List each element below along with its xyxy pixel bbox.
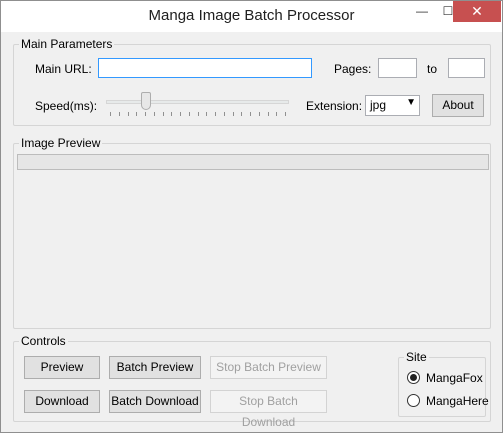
slider-tick <box>198 112 199 116</box>
slider-tick <box>154 112 155 116</box>
batch-download-button[interactable]: Batch Download <box>109 390 201 413</box>
mangahere-radio[interactable] <box>407 394 420 407</box>
site-option-mangafox[interactable]: MangaFox <box>407 370 485 386</box>
preview-button[interactable]: Preview <box>24 356 100 379</box>
stop-batch-download-button[interactable]: Stop Batch Download <box>210 390 327 429</box>
speed-label: Speed(ms): <box>35 99 98 113</box>
slider-tick <box>224 112 225 116</box>
pages-from-input[interactable] <box>378 58 417 78</box>
slider-tick <box>128 112 129 116</box>
slider-tick <box>250 112 251 116</box>
slider-tick <box>145 112 146 116</box>
client-area: Main Parameters Main URL: Pages: to Spee… <box>8 32 496 429</box>
slider-tick <box>163 112 164 116</box>
slider-tick <box>259 112 260 116</box>
speed-slider[interactable] <box>106 91 291 119</box>
slider-tick <box>233 112 234 116</box>
site-label: Site <box>404 350 429 364</box>
slider-tick <box>136 112 137 116</box>
site-option-mangahere[interactable]: MangaHere <box>407 393 489 409</box>
chevron-down-icon: ▼ <box>406 97 416 108</box>
minimize-icon[interactable]: — <box>409 2 435 22</box>
slider-tick <box>206 112 207 116</box>
download-button[interactable]: Download <box>24 390 100 413</box>
speed-slider-thumb[interactable] <box>141 92 151 110</box>
preview-progress-bar <box>17 154 489 170</box>
pages-to-input[interactable] <box>448 58 485 78</box>
slider-tick <box>241 112 242 116</box>
slider-tick <box>276 112 277 116</box>
slider-tick <box>189 112 190 116</box>
batch-preview-button[interactable]: Batch Preview <box>109 356 201 379</box>
main-url-input[interactable] <box>98 58 312 78</box>
slider-tick <box>268 112 269 116</box>
stop-batch-preview-button[interactable]: Stop Batch Preview <box>210 356 327 379</box>
extension-value: jpg <box>370 98 387 112</box>
main-url-label: Main URL: <box>35 62 92 76</box>
slider-tick <box>215 112 216 116</box>
speed-slider-track <box>106 100 289 104</box>
slider-tick <box>180 112 181 116</box>
slider-tick <box>171 112 172 116</box>
slider-tick <box>285 112 286 116</box>
main-parameters-group: Main Parameters Main URL: Pages: to Spee… <box>13 37 491 126</box>
close-icon[interactable]: ✕ <box>453 1 501 22</box>
controls-label: Controls <box>19 334 68 348</box>
title-bar[interactable]: Manga Image Batch Processor — ☐ ✕ <box>1 1 502 32</box>
extension-select[interactable]: jpg ▼ <box>365 95 420 116</box>
mangafox-radio[interactable] <box>407 371 420 384</box>
app-window: Manga Image Batch Processor — ☐ ✕ Main P… <box>0 0 503 433</box>
controls-group: Controls Preview Batch Preview Stop Batc… <box>13 334 491 429</box>
mangafox-label: MangaFox <box>426 371 483 385</box>
image-preview-label: Image Preview <box>19 136 103 150</box>
about-button[interactable]: About <box>432 94 484 117</box>
slider-tick <box>119 112 120 116</box>
mangahere-label: MangaHere <box>426 394 489 408</box>
pages-label: Pages: <box>334 62 372 76</box>
site-group: Site MangaFox MangaHere <box>398 350 489 417</box>
main-parameters-label: Main Parameters <box>19 37 115 51</box>
extension-label: Extension: <box>306 99 363 113</box>
to-label: to <box>427 62 438 76</box>
slider-tick <box>110 112 111 116</box>
image-preview-group: Image Preview <box>13 136 491 329</box>
